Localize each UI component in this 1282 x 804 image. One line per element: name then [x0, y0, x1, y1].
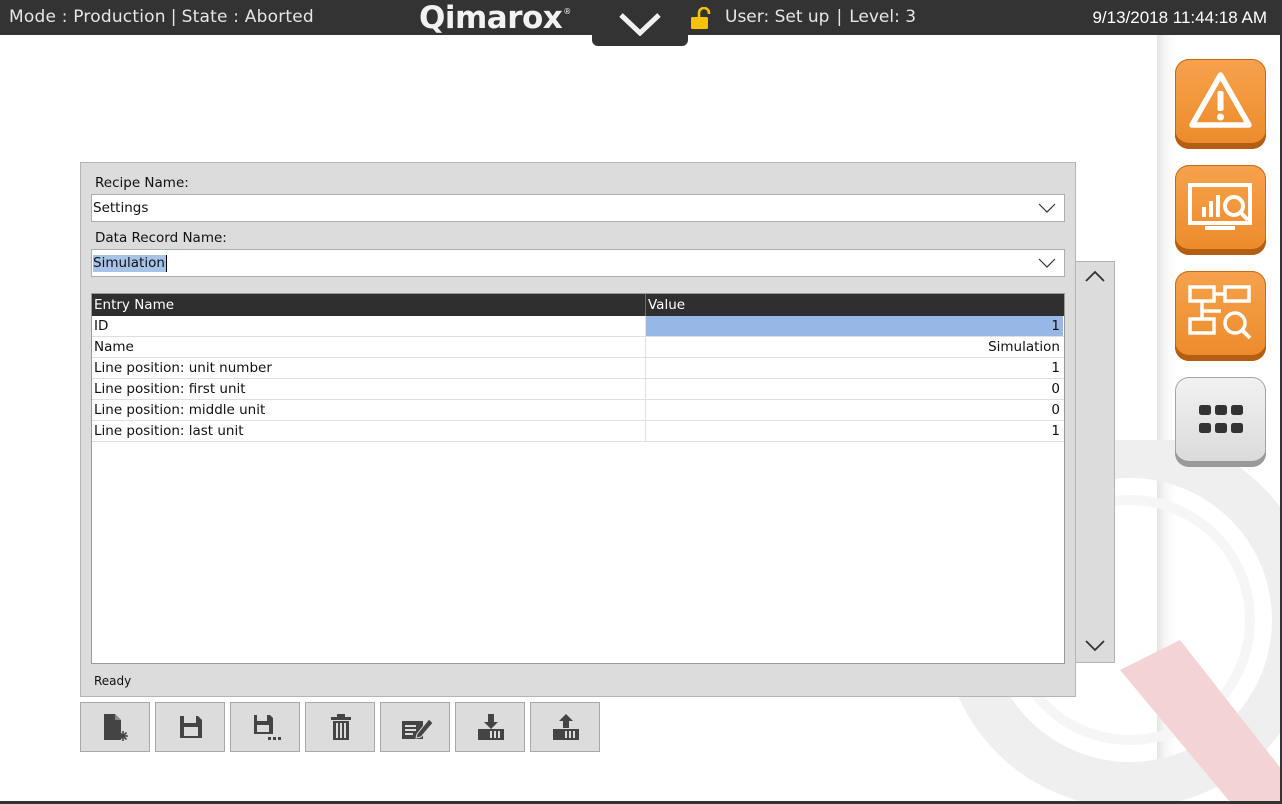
data-record-value: Simulation: [93, 255, 167, 272]
monitor-chart-icon: [1188, 183, 1252, 230]
recipe-name-value: Settings: [93, 200, 149, 216]
scroll-up-button[interactable]: [1076, 262, 1114, 292]
separator: |: [836, 7, 843, 27]
save-icon: [180, 716, 202, 738]
value-cell[interactable]: 0: [645, 379, 1063, 399]
value-cell[interactable]: Simulation: [645, 337, 1063, 357]
menu-button[interactable]: [1175, 377, 1266, 467]
diagram-search-icon: [1188, 285, 1252, 340]
scroll-down-button[interactable]: [1076, 632, 1114, 662]
entry-name-cell: Line position: unit number: [94, 360, 272, 376]
table-row[interactable]: Line position: unit number 1: [92, 358, 1064, 379]
user-level: User: Set up | Level: 3: [725, 7, 916, 27]
unlock-icon[interactable]: [690, 7, 716, 29]
value-cell[interactable]: 1: [645, 421, 1063, 441]
table-row[interactable]: Line position: middle unit 0: [92, 400, 1064, 421]
dropdown-arrow-icon: [1038, 258, 1056, 268]
trash-icon: [331, 714, 351, 740]
entry-name-cell: ID: [94, 318, 109, 334]
table-header: Entry Name Value: [92, 294, 1064, 316]
recipe-name-dropdown[interactable]: Settings: [91, 194, 1065, 222]
recipe-panel: Recipe Name: Settings Data Record Name: …: [80, 162, 1076, 697]
data-record-label: Data Record Name:: [95, 230, 227, 246]
dropdown-arrow-icon: [1038, 203, 1056, 213]
qimarox-logo: Qimarox®: [419, 0, 571, 36]
alarms-button[interactable]: [1175, 59, 1266, 149]
mode-state: Mode : Production | State : Aborted: [9, 7, 314, 27]
save-button[interactable]: [155, 702, 225, 752]
edit-icon: [402, 718, 434, 739]
download-button[interactable]: [455, 702, 525, 752]
new-record-button[interactable]: [80, 702, 150, 752]
delete-button[interactable]: [305, 702, 375, 752]
table-row[interactable]: ID 1: [92, 316, 1064, 337]
entry-name-cell: Line position: first unit: [94, 381, 246, 397]
chevron-down-icon: [619, 13, 661, 36]
user-label: User: Set up: [725, 7, 830, 27]
table-row[interactable]: Line position: last unit 1: [92, 421, 1064, 442]
expand-menu-tab[interactable]: [592, 0, 688, 46]
save-as-button[interactable]: [230, 702, 300, 752]
download-icon: [478, 714, 504, 740]
chevron-up-icon: [1085, 270, 1105, 282]
datetime: 9/13/2018 11:44:18 AM: [1092, 8, 1267, 27]
table-row[interactable]: Line position: first unit 0: [92, 379, 1064, 400]
separator: |: [170, 7, 177, 27]
entry-name-cell: Line position: last unit: [94, 423, 244, 439]
statistics-button[interactable]: [1175, 165, 1266, 255]
value-cell[interactable]: 1: [645, 358, 1063, 378]
value-cell[interactable]: 1: [645, 316, 1063, 336]
logo-text: Qimarox: [419, 0, 563, 36]
upload-icon: [553, 714, 579, 740]
upload-button[interactable]: [530, 702, 600, 752]
chevron-down-icon: [1085, 640, 1105, 652]
column-header-entry-name[interactable]: Entry Name: [92, 294, 645, 316]
grid-dots-icon: [1199, 405, 1243, 433]
data-record-table: Entry Name Value ID 1 Name Simulation Li…: [91, 293, 1065, 664]
table-scrollbar[interactable]: [1075, 261, 1115, 663]
table-row[interactable]: Name Simulation: [92, 337, 1064, 358]
column-header-value[interactable]: Value: [645, 294, 1064, 316]
diagnostics-button[interactable]: [1175, 271, 1266, 361]
entry-name-cell: Line position: middle unit: [94, 402, 266, 418]
save-as-icon: [254, 715, 281, 740]
recipe-name-label: Recipe Name:: [95, 175, 189, 191]
entry-name-cell: Name: [94, 339, 134, 355]
state-label: State : Aborted: [181, 7, 314, 27]
logo-mark: ®: [563, 7, 571, 16]
level-label: Level: 3: [849, 7, 917, 27]
rename-button[interactable]: [380, 702, 450, 752]
new-document-icon: [104, 714, 128, 741]
status-text: Ready: [94, 674, 132, 688]
value-cell[interactable]: 0: [645, 400, 1063, 420]
warning-icon: [1189, 72, 1252, 128]
data-record-dropdown[interactable]: Simulation: [91, 249, 1065, 277]
mode-label: Mode : Production: [9, 7, 166, 27]
